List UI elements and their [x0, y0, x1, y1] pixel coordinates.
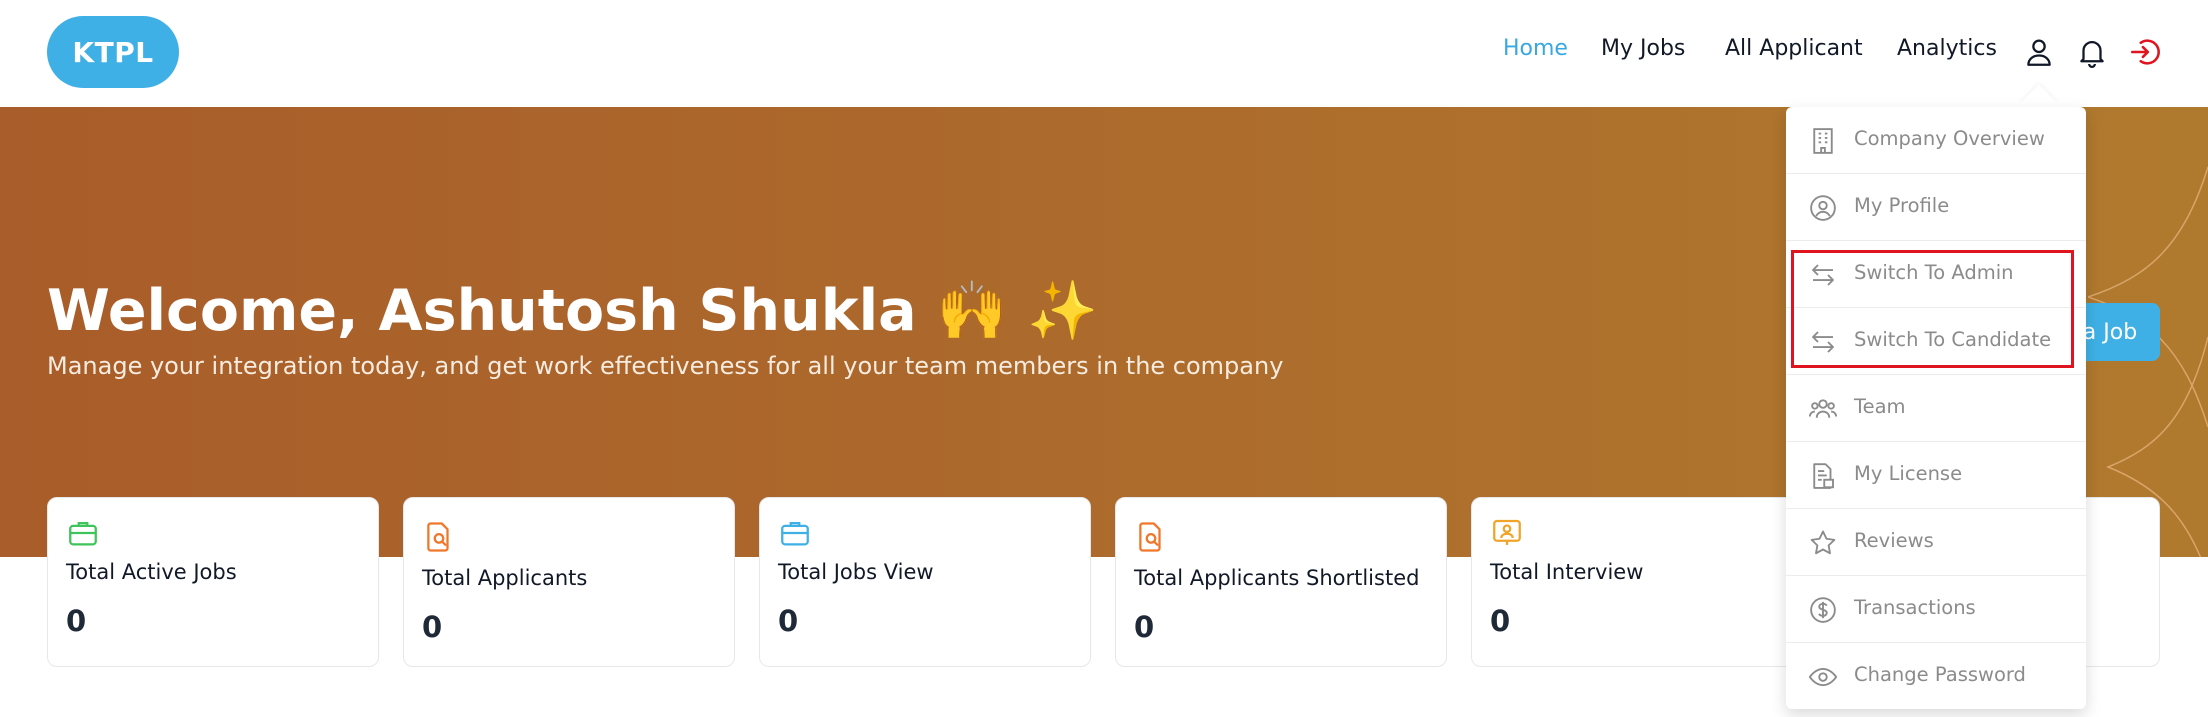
logout-icon[interactable] — [2128, 35, 2162, 69]
menu-item-label: Reviews — [1854, 529, 1934, 552]
briefcase-icon — [781, 521, 809, 546]
profile-dropdown: Company Overview My Profile Switch To Ad… — [1786, 107, 2086, 709]
presentation-icon — [1493, 519, 1521, 546]
menu-item-label: My License — [1854, 462, 1963, 485]
welcome-subtitle: Manage your integration today, and get w… — [47, 352, 1284, 380]
stat-label: Total Applicants Shortlisted — [1134, 566, 1420, 590]
menu-item-label: Change Password — [1854, 663, 2026, 686]
stat-label: Total Active Jobs — [66, 560, 237, 584]
stat-card-jobs-view[interactable]: Total Jobs View 0 — [759, 497, 1091, 667]
menu-item-label: My Profile — [1854, 194, 1950, 217]
briefcase-icon — [69, 521, 97, 546]
stat-card-shortlisted[interactable]: Total Applicants Shortlisted 0 — [1115, 497, 1447, 667]
switch-options-highlight — [1791, 250, 2074, 368]
menu-item-label: Team — [1854, 395, 1906, 418]
stat-label: Total Interview — [1490, 560, 1644, 584]
license-icon — [1813, 463, 1834, 489]
stat-card-interview[interactable]: Total Interview 0 — [1471, 497, 1803, 667]
menu-item-label: Company Overview — [1854, 127, 2045, 150]
user-icon[interactable] — [2022, 35, 2056, 69]
stat-value: 0 — [422, 610, 443, 644]
logo[interactable]: KTPL — [47, 16, 179, 88]
stat-value: 0 — [778, 604, 799, 638]
nav-analytics[interactable]: Analytics — [1897, 36, 1997, 68]
nav-all-applicant[interactable]: All Applicant — [1725, 36, 1863, 68]
stat-card-applicants[interactable]: Total Applicants 0 — [403, 497, 735, 667]
stat-value: 0 — [66, 604, 87, 638]
menu-item-reviews[interactable]: Reviews — [1786, 509, 2086, 576]
menu-item-my-profile[interactable]: My Profile — [1786, 174, 2086, 241]
stat-card-active-jobs[interactable]: Total Active Jobs 0 — [47, 497, 379, 667]
top-header: KTPL Home My Jobs All Applicant Analytic… — [0, 0, 2208, 107]
stat-label: Total Jobs View — [778, 560, 934, 584]
building-icon — [1813, 128, 1833, 154]
welcome-title: Welcome, Ashutosh Shukla 🙌 ✨ — [47, 278, 1099, 344]
stat-value: 0 — [1134, 610, 1155, 644]
document-search-icon — [1139, 522, 1161, 552]
menu-item-my-license[interactable]: My License — [1786, 442, 2086, 509]
dollar-circle-icon — [1810, 597, 1836, 623]
menu-item-change-password[interactable]: Change Password — [1786, 643, 2086, 710]
nav-home[interactable]: Home — [1503, 36, 1568, 68]
user-circle-icon — [1810, 195, 1836, 221]
stat-value: 0 — [1490, 604, 1511, 638]
star-icon — [1810, 530, 1836, 555]
bell-icon[interactable] — [2075, 35, 2109, 69]
eye-icon — [1808, 667, 1838, 687]
document-search-icon — [427, 522, 449, 552]
team-icon — [1808, 399, 1838, 418]
menu-item-team[interactable]: Team — [1786, 375, 2086, 442]
stat-label: Total Applicants — [422, 566, 588, 590]
nav-my-jobs[interactable]: My Jobs — [1601, 36, 1685, 68]
menu-item-transactions[interactable]: Transactions — [1786, 576, 2086, 643]
menu-item-label: Transactions — [1854, 596, 1976, 619]
menu-item-company-overview[interactable]: Company Overview — [1786, 107, 2086, 174]
